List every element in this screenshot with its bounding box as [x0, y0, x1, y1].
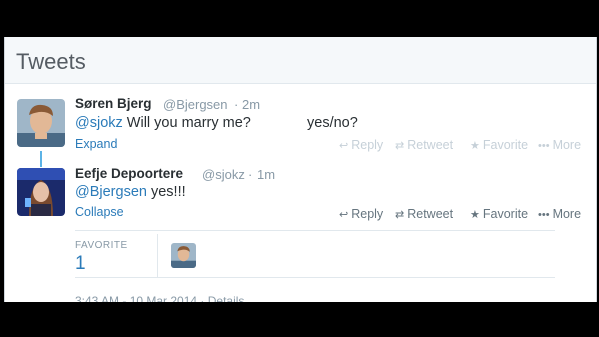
- tweets-panel: Tweets Søren Bjerg @Bjergsen · 2m @sjokz…: [4, 37, 597, 302]
- panel-title: Tweets: [16, 49, 86, 74]
- more-icon: •••: [538, 209, 550, 221]
- tweet1-text: @sjokz Will you marry me?: [75, 115, 251, 131]
- tweet2-favorite-label: Favorite: [482, 207, 529, 221]
- avatar-eefje[interactable]: [17, 168, 65, 216]
- stats-top-divider: [75, 230, 555, 231]
- tweet1-reply-label: Reply: [351, 138, 384, 152]
- reply-icon: ↩: [339, 140, 349, 152]
- tweet2-author-name[interactable]: Eefje Depoortere: [75, 166, 183, 181]
- tweet1-separator: ·: [234, 97, 239, 112]
- star-icon: ★: [470, 140, 480, 152]
- tweet1-favorite-button[interactable]: ★ Favorite: [470, 138, 528, 152]
- stats-separator: [157, 234, 158, 278]
- expand-link[interactable]: Expand: [75, 137, 117, 151]
- tweet2-reply-button[interactable]: ↩ Reply: [339, 207, 383, 221]
- tweet1-extra-text: yes/no?: [307, 115, 358, 131]
- tweet1-mention[interactable]: @sjokz: [75, 115, 123, 131]
- tweet1-timestamp[interactable]: 2m: [242, 97, 260, 112]
- favoriter-avatar[interactable]: [171, 243, 196, 268]
- tweet1-author-handle[interactable]: @Bjergsen: [163, 97, 228, 112]
- star-icon: ★: [470, 209, 480, 221]
- tweet1-body: Will you marry me?: [122, 115, 251, 131]
- tweet1-retweet-button[interactable]: ⇄ Retweet: [395, 138, 453, 152]
- tweet2-favorite-button[interactable]: ★ Favorite: [470, 207, 528, 221]
- tweet1-favorite-label: Favorite: [482, 138, 529, 152]
- retweet-icon: ⇄: [395, 140, 405, 152]
- tweet2-more-label: More: [552, 207, 582, 221]
- stats-bottom-divider: [75, 277, 555, 278]
- tweet2-mention[interactable]: @Bjergsen: [75, 184, 147, 200]
- more-icon: •••: [538, 140, 550, 152]
- collapse-link[interactable]: Collapse: [75, 205, 124, 219]
- avatar-soren[interactable]: [17, 99, 65, 147]
- tweet2-timestamp[interactable]: 1m: [257, 167, 275, 182]
- retweet-icon: ⇄: [395, 209, 405, 221]
- tweet2-author-handle[interactable]: @sjokz: [202, 167, 245, 182]
- tweet2-text: @Bjergsen yes!!!: [75, 184, 186, 200]
- tweet2-more-button[interactable]: ••• More: [538, 207, 581, 221]
- favorite-stat-count[interactable]: 1: [75, 253, 86, 275]
- tweet2-separator: ·: [248, 167, 253, 182]
- conversation-connector: [40, 151, 42, 167]
- tweet2-reply-label: Reply: [351, 207, 384, 221]
- tweet1-author-name[interactable]: Søren Bjerg: [75, 96, 152, 111]
- tweet1-more-button[interactable]: ••• More: [538, 138, 581, 152]
- panel-header: Tweets: [5, 37, 596, 84]
- tweet1-more-label: More: [552, 138, 582, 152]
- tweet2-retweet-label: Retweet: [407, 207, 454, 221]
- favorite-stat-label: FAVORITE: [75, 240, 128, 251]
- tweet2-body: yes!!!: [146, 184, 186, 200]
- tweet2-footer-details[interactable]: 3:43 AM - 10 Mar 2014 · Details: [75, 294, 244, 302]
- tweet1-reply-button[interactable]: ↩ Reply: [339, 138, 383, 152]
- reply-icon: ↩: [339, 209, 349, 221]
- tweet2-retweet-button[interactable]: ⇄ Retweet: [395, 207, 453, 221]
- tweet1-retweet-label: Retweet: [407, 138, 454, 152]
